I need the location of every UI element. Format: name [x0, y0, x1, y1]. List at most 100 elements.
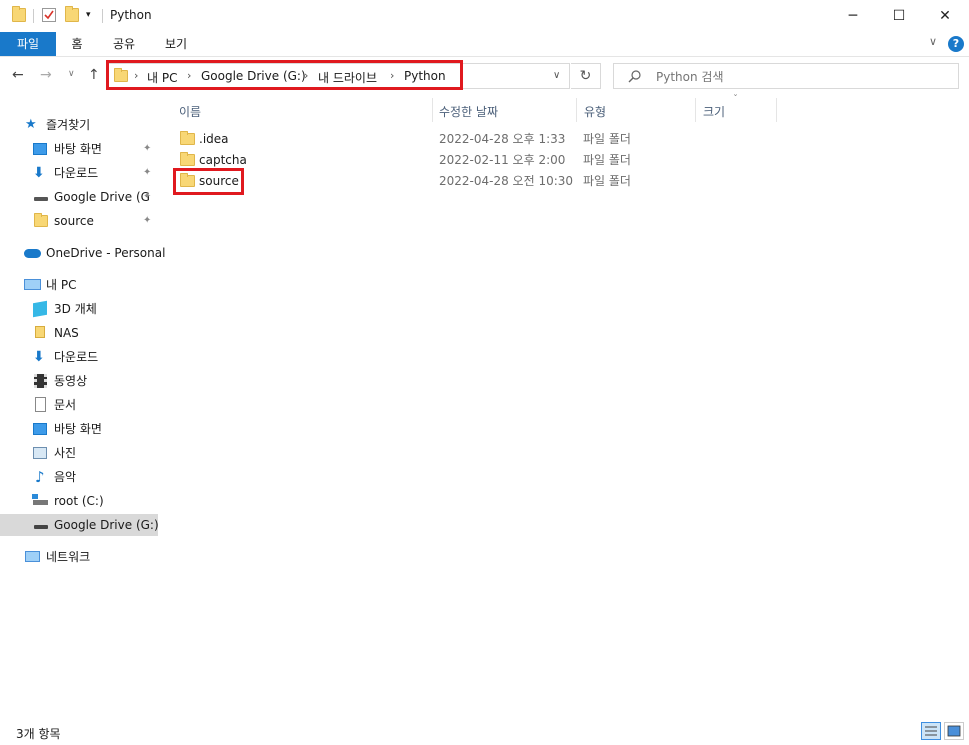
cloud-folder-icon — [34, 213, 48, 227]
column-header-name[interactable]: 이름 — [179, 103, 201, 120]
sidebar-item-downloads[interactable]: ⬇ 다운로드 — [0, 346, 158, 368]
network-icon — [25, 551, 40, 562]
tab-home[interactable]: 홈 — [60, 32, 94, 56]
sidebar-item-label: NAS — [54, 326, 79, 340]
sidebar-item-source-pinned[interactable]: source ✦ — [0, 210, 158, 232]
column-divider[interactable] — [776, 98, 777, 122]
search-box[interactable] — [613, 63, 959, 89]
sidebar-item-nas[interactable]: NAS — [0, 322, 158, 344]
sidebar-item-label: 문서 — [54, 398, 77, 412]
window-title: Python — [110, 8, 152, 22]
address-bar[interactable]: › 내 PC › Google Drive (G:) › 내 드라이브 › Py… — [108, 63, 570, 89]
up-button[interactable]: ↑ — [88, 67, 100, 83]
column-header-date[interactable]: 수정한 날짜 — [439, 103, 498, 120]
breadcrumb-python[interactable]: Python — [404, 69, 446, 83]
details-view-icon — [925, 726, 937, 736]
pin-icon[interactable]: ✦ — [143, 138, 151, 160]
desktop-icon — [33, 143, 47, 155]
help-icon[interactable]: ? — [948, 36, 964, 52]
tab-share[interactable]: 공유 — [104, 32, 144, 56]
sidebar-item-network[interactable]: 네트워크 — [0, 546, 158, 568]
column-header-type[interactable]: 유형 — [584, 103, 606, 120]
close-button[interactable]: ✕ — [922, 0, 968, 32]
drive-icon — [34, 525, 48, 529]
sidebar-item-videos[interactable]: 동영상 — [0, 370, 158, 392]
sidebar-item-documents[interactable]: 문서 — [0, 394, 158, 416]
back-button[interactable]: ← — [12, 67, 24, 83]
sidebar-item-label: 음악 — [54, 470, 77, 484]
column-divider[interactable] — [695, 98, 696, 122]
breadcrumb-my-drive[interactable]: 내 드라이브 — [318, 69, 377, 86]
breadcrumb-my-pc[interactable]: 내 PC — [147, 69, 177, 86]
address-dropdown-icon[interactable]: ∨ — [553, 70, 560, 81]
column-divider[interactable] — [432, 98, 433, 122]
refresh-button[interactable]: ↻ — [571, 63, 601, 89]
sidebar-item-label: root (C:) — [54, 494, 104, 508]
breadcrumb-google-drive[interactable]: Google Drive (G:) — [201, 69, 306, 83]
ribbon-expand-icon[interactable]: ∨ — [929, 35, 937, 48]
sidebar-item-desktop[interactable]: 바탕 화면 — [0, 418, 158, 440]
sidebar-item-3d-objects[interactable]: 3D 개체 — [0, 298, 158, 320]
new-folder-icon[interactable] — [65, 6, 79, 22]
drive-c-icon — [33, 500, 48, 505]
sidebar-item-music[interactable]: ♪ 음악 — [0, 466, 158, 488]
quick-access-dropdown-icon[interactable]: ▾ — [86, 10, 91, 20]
title-bar: ▾ Python ─ ☐ ✕ — [0, 0, 969, 32]
folder-icon — [114, 68, 128, 82]
table-row[interactable]: .idea 2022-04-28 오후 1:33 파일 폴더 — [174, 129, 774, 150]
breadcrumb-separator[interactable]: › — [304, 69, 308, 82]
video-icon — [34, 374, 47, 388]
cube-icon — [33, 300, 47, 318]
minimize-button[interactable]: ─ — [830, 0, 876, 32]
sidebar-item-google-drive[interactable]: Google Drive (G:) — [0, 514, 159, 536]
file-type: 파일 폴더 — [583, 153, 631, 167]
sidebar-item-label: OneDrive - Personal — [46, 246, 166, 260]
sidebar-item-downloads-pinned[interactable]: ⬇ 다운로드 ✦ — [0, 162, 158, 184]
pin-icon[interactable]: ✦ — [143, 210, 151, 232]
recent-locations-button[interactable]: ∨ — [68, 69, 75, 79]
breadcrumb-separator[interactable]: › — [187, 69, 191, 82]
column-header-size[interactable]: 크기 — [703, 103, 725, 120]
nas-icon — [35, 326, 45, 338]
file-type: 파일 폴더 — [583, 174, 631, 188]
sidebar-item-label: 내 PC — [46, 278, 77, 292]
file-name: .idea — [199, 132, 229, 146]
sidebar-item-pictures[interactable]: 사진 — [0, 442, 158, 464]
music-icon: ♪ — [35, 468, 45, 486]
maximize-button[interactable]: ☐ — [876, 0, 922, 32]
sidebar-item-quick-access[interactable]: ★ 즐겨찾기 — [0, 114, 158, 136]
sidebar-item-google-drive-pinned[interactable]: Google Drive (G ✦ — [0, 186, 158, 208]
sidebar-item-label: source — [54, 214, 94, 228]
sidebar-item-label: 다운로드 — [54, 350, 99, 364]
windows-logo-icon — [32, 494, 38, 499]
sidebar-item-label: Google Drive (G — [54, 190, 150, 204]
forward-button[interactable]: → — [40, 67, 52, 83]
breadcrumb-separator[interactable]: › — [134, 69, 138, 82]
divider — [102, 9, 103, 23]
sidebar-item-label: 네트워크 — [46, 550, 91, 564]
sidebar-item-root-c[interactable]: root (C:) — [0, 490, 158, 512]
tab-file[interactable]: 파일 — [0, 32, 56, 56]
table-row[interactable]: source 2022-04-28 오전 10:30 파일 폴더 — [174, 171, 774, 192]
tab-view[interactable]: 보기 — [156, 32, 196, 56]
folder-icon — [12, 6, 26, 22]
sidebar-item-onedrive[interactable]: OneDrive - Personal — [0, 242, 165, 264]
pin-icon[interactable]: ✦ — [143, 162, 151, 184]
download-icon: ⬇ — [33, 165, 45, 181]
sidebar-item-my-pc[interactable]: 내 PC — [0, 274, 158, 296]
star-icon: ★ — [25, 117, 37, 132]
breadcrumb-separator[interactable]: › — [390, 69, 394, 82]
table-row[interactable]: captcha 2022-02-11 오후 2:00 파일 폴더 — [174, 150, 774, 171]
download-icon: ⬇ — [33, 349, 45, 365]
properties-icon[interactable] — [42, 8, 56, 22]
cloud-folder-icon — [180, 173, 195, 187]
sidebar-item-label: 즐겨찾기 — [46, 118, 91, 132]
search-input[interactable] — [654, 68, 948, 86]
pin-icon[interactable]: ✦ — [143, 186, 151, 208]
sidebar-item-label: 동영상 — [54, 374, 88, 388]
large-icons-view-button[interactable] — [944, 722, 964, 740]
file-date: 2022-04-28 오전 10:30 — [439, 174, 574, 188]
details-view-button[interactable] — [921, 722, 941, 740]
sidebar-item-desktop-pinned[interactable]: 바탕 화면 ✦ — [0, 138, 158, 160]
column-divider[interactable] — [576, 98, 577, 122]
